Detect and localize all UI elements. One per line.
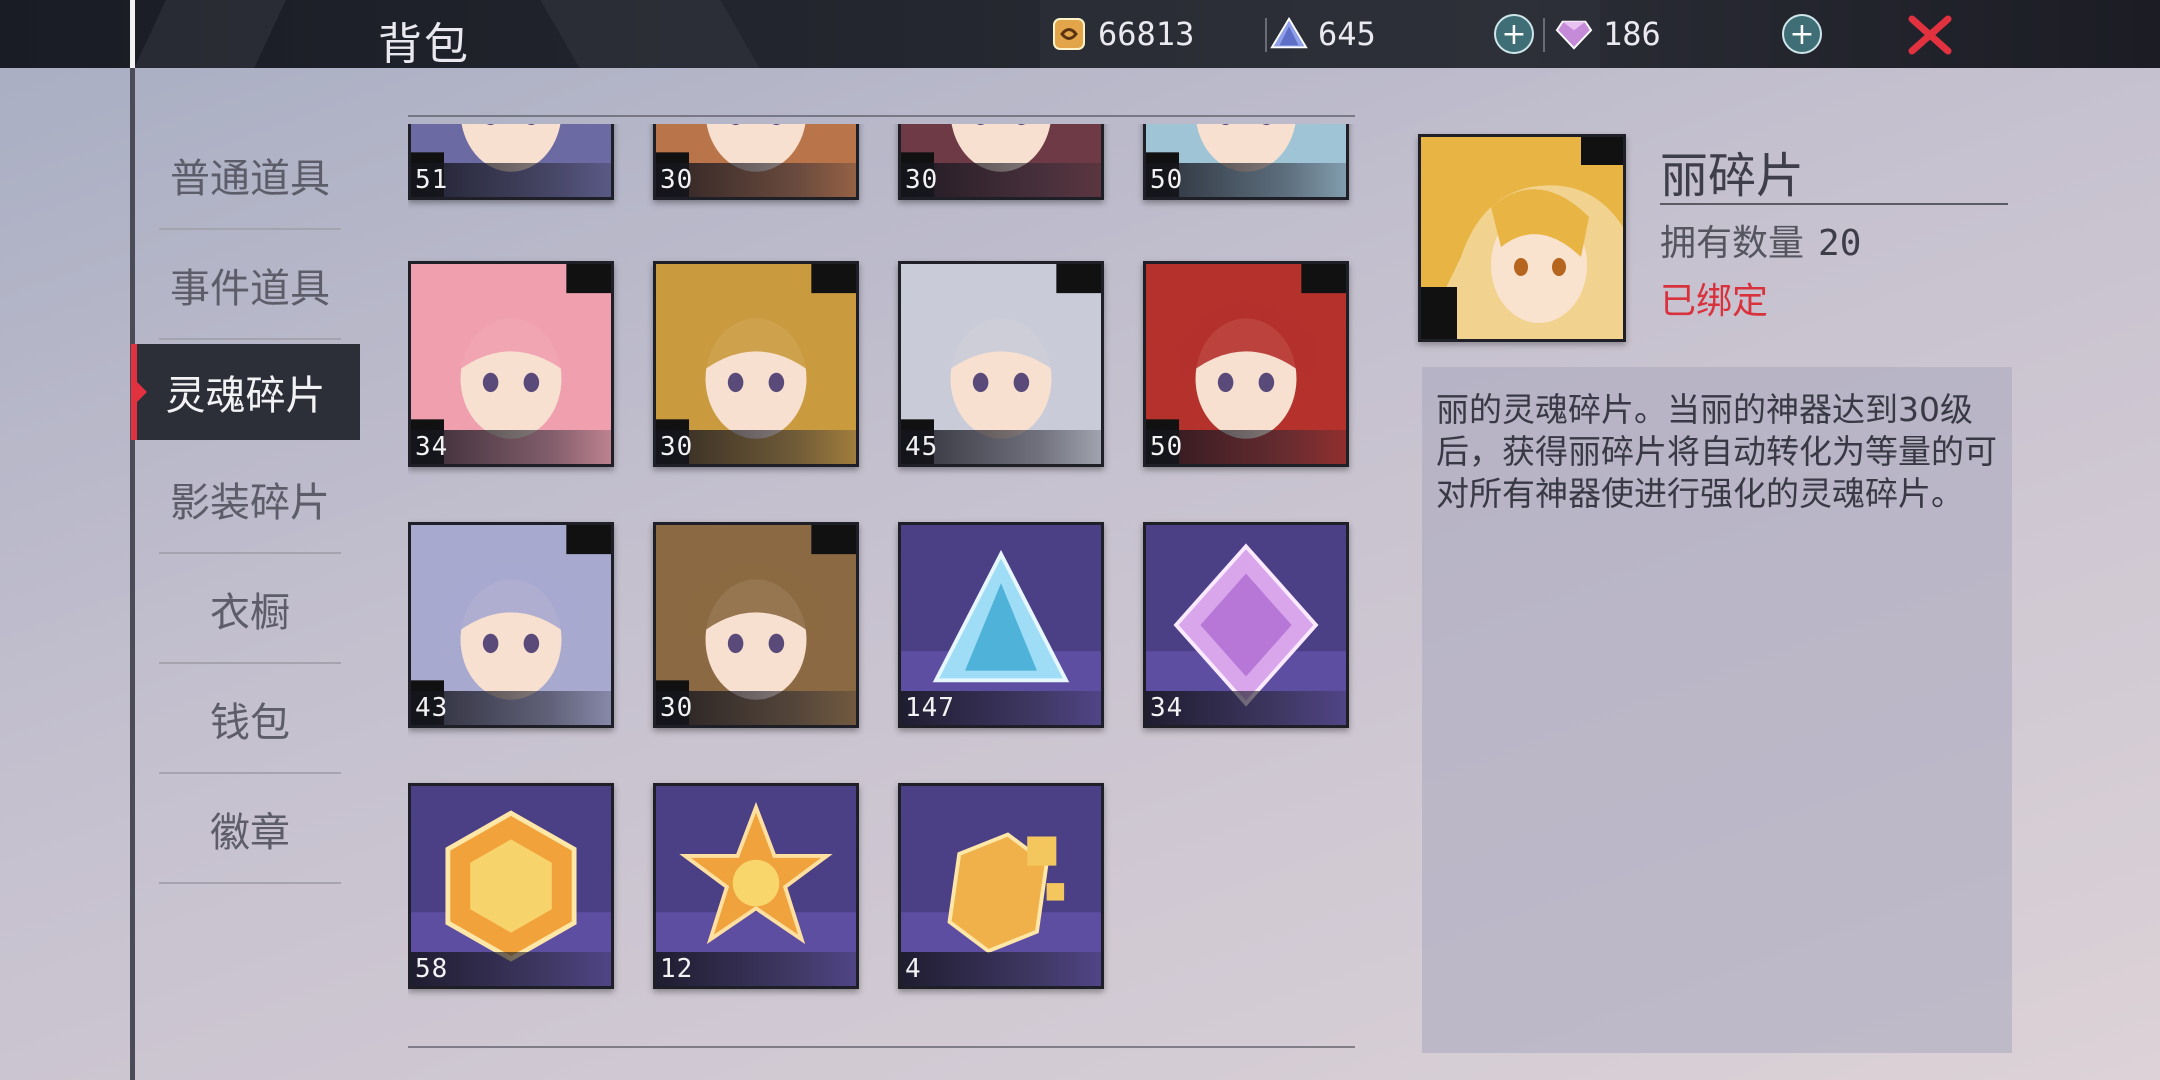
nav-item-label: 钱包 xyxy=(210,700,290,746)
item-slot[interactable]: 30 xyxy=(653,261,859,467)
item-slot[interactable]: 4 xyxy=(898,783,1104,989)
divider xyxy=(159,338,341,340)
pink-diamond-icon xyxy=(1555,15,1593,53)
item-slot[interactable]: 34 xyxy=(1143,522,1349,728)
item-description: 丽的灵魂碎片。当丽的神器达到30级后，获得丽碎片将自动转化为等量的可对所有神器使… xyxy=(1436,390,1997,513)
owned-quantity-label: 拥有数量 xyxy=(1660,223,1805,264)
nav-item-label: 灵魂碎片 xyxy=(165,373,326,419)
item-count: 4 xyxy=(905,954,922,984)
item-slot[interactable]: 43 xyxy=(408,522,614,728)
owned-quantity: 拥有数量 20 xyxy=(1660,214,1861,266)
item-count: 50 xyxy=(1150,165,1184,195)
item-slot[interactable]: 30 xyxy=(898,124,1104,200)
item-slot[interactable]: 147 xyxy=(898,522,1104,728)
item-count: 51 xyxy=(415,165,449,195)
item-slot[interactable]: 34 xyxy=(408,261,614,467)
top-bar-facet xyxy=(134,0,286,68)
top-bar-facet xyxy=(540,0,760,68)
divider xyxy=(159,882,341,884)
item-count: 30 xyxy=(905,165,939,195)
item-slot[interactable]: 45 xyxy=(898,261,1104,467)
close-icon xyxy=(1908,15,1952,55)
active-pointer-icon xyxy=(137,382,147,402)
nav-item-wallet[interactable]: 钱包 xyxy=(135,664,365,774)
item-count: 147 xyxy=(905,693,955,723)
detail-divider xyxy=(1660,203,2008,205)
nav-item-normal[interactable]: 普通道具 xyxy=(135,120,365,230)
blue-pyramid-crystal-icon xyxy=(1270,15,1308,53)
currency-gold: 66813 xyxy=(1050,10,1194,58)
currency-crystal-value: 645 xyxy=(1318,15,1376,53)
nav-item-label: 普通道具 xyxy=(170,156,330,202)
page-title: 背包 xyxy=(378,19,470,68)
grid-top-divider xyxy=(408,115,1355,117)
count-bar xyxy=(901,952,1101,986)
nav-item-soul-shards[interactable]: 灵魂碎片 xyxy=(131,344,360,440)
separator xyxy=(1265,18,1267,52)
currency-gold-value: 66813 xyxy=(1098,15,1195,53)
nav-item-label: 事件道具 xyxy=(170,266,330,312)
item-count: 34 xyxy=(1150,693,1184,723)
item-count: 50 xyxy=(1150,432,1184,462)
item-count: 58 xyxy=(415,954,449,984)
item-count: 45 xyxy=(905,432,939,462)
item-count: 34 xyxy=(415,432,449,462)
selected-item-name: 丽碎片 xyxy=(1660,148,1805,204)
selected-item-image xyxy=(1418,134,1626,342)
add-diamond-button[interactable]: + xyxy=(1782,14,1822,54)
nav-item-wardrobe[interactable]: 衣橱 xyxy=(135,554,365,664)
nav-item-label: 衣橱 xyxy=(210,590,290,636)
nav-item-badges[interactable]: 徽章 xyxy=(135,774,365,884)
nav-item-label: 徽章 xyxy=(210,810,290,856)
separator xyxy=(1543,18,1545,52)
item-slot[interactable]: 12 xyxy=(653,783,859,989)
item-slot[interactable]: 58 xyxy=(408,783,614,989)
item-count: 43 xyxy=(415,693,449,723)
grid-bottom-divider xyxy=(408,1046,1355,1048)
item-slot[interactable]: 30 xyxy=(653,522,859,728)
close-button[interactable] xyxy=(1905,10,1955,60)
item-slot[interactable]: 50 xyxy=(1143,124,1349,200)
currency-crystal: 645 xyxy=(1270,10,1376,58)
nav-item-label: 影装碎片 xyxy=(170,480,330,526)
item-count: 30 xyxy=(660,432,694,462)
owned-quantity-value: 20 xyxy=(1818,223,1862,264)
item-count: 30 xyxy=(660,693,694,723)
gold-coin-icon xyxy=(1050,15,1088,53)
item-grid: 51 30 30 50 34 30 45 50 43 30 147 34 58 12 4 xyxy=(408,124,1368,1044)
blonde-girl-portrait-icon xyxy=(1421,137,1623,339)
currency-diamond-value: 186 xyxy=(1603,15,1661,53)
item-slot[interactable]: 30 xyxy=(653,124,859,200)
nav-item-shadow-shards[interactable]: 影装碎片 xyxy=(135,444,365,554)
add-crystal-button[interactable]: + xyxy=(1494,14,1534,54)
item-slot[interactable]: 50 xyxy=(1143,261,1349,467)
bound-status: 已绑定 xyxy=(1660,281,1769,322)
item-count: 12 xyxy=(660,954,694,984)
currency-diamond: 186 xyxy=(1555,10,1661,58)
item-slot[interactable]: 51 xyxy=(408,124,614,200)
description-panel: 丽的灵魂碎片。当丽的神器达到30级后，获得丽碎片将自动转化为等量的可对所有神器使… xyxy=(1422,367,2012,1053)
top-accent-bar xyxy=(130,0,135,68)
category-nav: 普通道具 事件道具 灵魂碎片 影装碎片 衣橱 钱包 徽章 xyxy=(131,120,365,884)
top-bar: 背包 66813 645 + 186 + xyxy=(0,0,2160,68)
nav-item-event[interactable]: 事件道具 xyxy=(135,230,365,340)
item-count: 30 xyxy=(660,165,694,195)
